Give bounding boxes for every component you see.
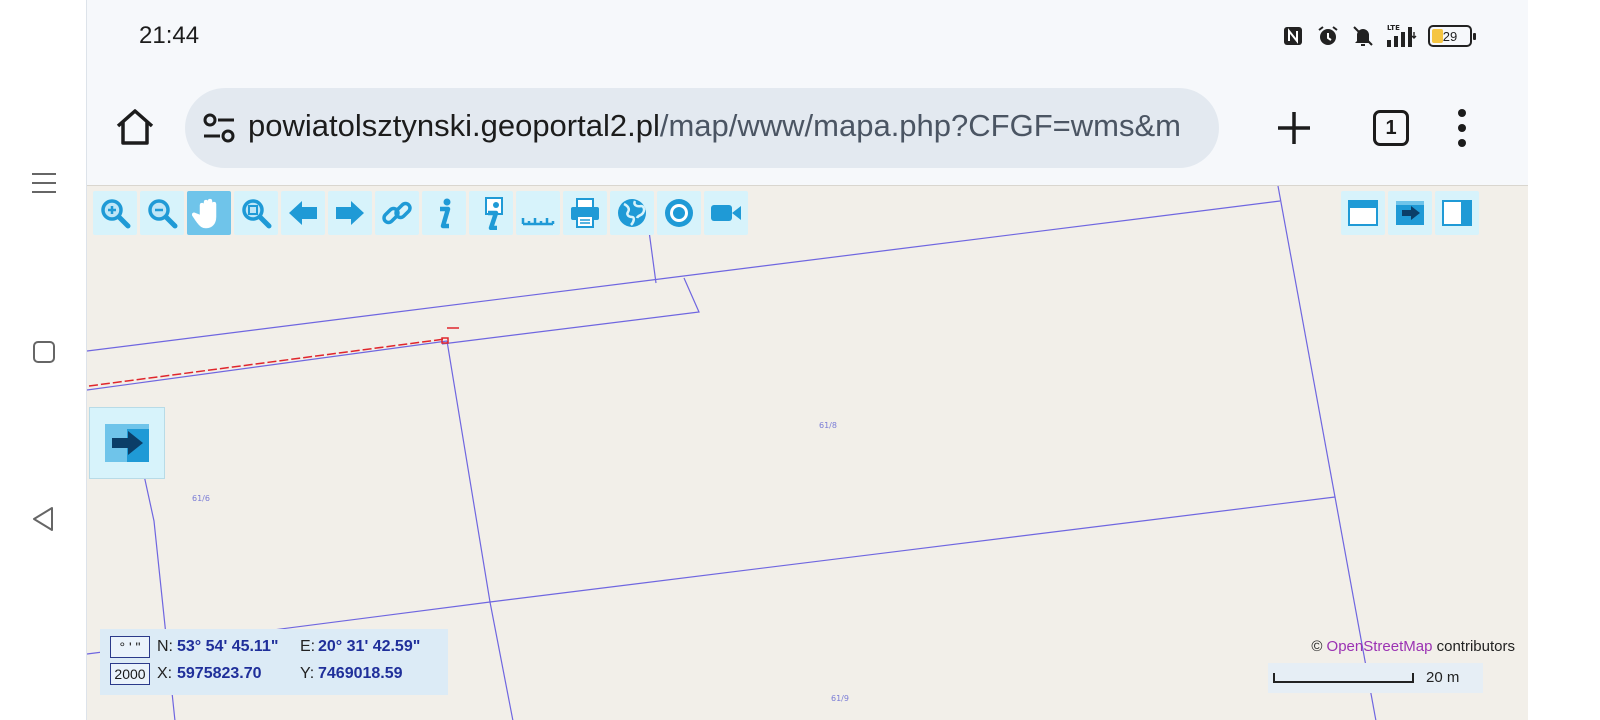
globe-icon[interactable] — [610, 191, 654, 235]
site-settings-icon[interactable] — [201, 110, 237, 146]
arrow-right-icon[interactable] — [328, 191, 372, 235]
home-icon — [116, 109, 154, 145]
n-label: N: — [157, 638, 173, 655]
alarm-icon — [1315, 23, 1341, 49]
target-icon[interactable] — [657, 191, 701, 235]
y-label: Y: — [300, 665, 315, 682]
info-icon[interactable] — [422, 191, 466, 235]
back-triangle-icon[interactable] — [28, 503, 60, 535]
link-icon[interactable] — [375, 191, 419, 235]
format-2000-button[interactable]: 2000 — [110, 663, 150, 685]
battery-level: 29 — [1442, 28, 1458, 44]
parcel-boundary — [446, 340, 514, 720]
arrow-left-icon[interactable] — [281, 191, 325, 235]
e-value: 20° 31' 42.59" — [318, 638, 421, 655]
x-label: X: — [157, 665, 173, 682]
parcel-label: 61/9 — [831, 694, 849, 703]
url-path: /map/www/mapa.php?CFGF=wms&m — [659, 108, 1181, 143]
panel-arrow-icon[interactable] — [1388, 191, 1432, 235]
video-camera-icon[interactable] — [704, 191, 748, 235]
scale-indicator: 20 m — [1268, 663, 1483, 693]
parcel-boundary — [441, 277, 700, 345]
android-nav-rail — [0, 0, 87, 720]
lte-signal-icon: LTE — [1385, 23, 1419, 49]
info-layer-icon[interactable] — [469, 191, 513, 235]
openstreetmap-link[interactable]: OpenStreetMap — [1327, 638, 1433, 655]
map-toolbar-right — [1341, 191, 1479, 235]
print-icon[interactable] — [563, 191, 607, 235]
plus-icon — [1278, 112, 1310, 144]
mute-icon — [1350, 23, 1376, 49]
tab-switcher-button[interactable]: 1 — [1373, 110, 1409, 146]
map-attribution: © OpenStreetMap contributors — [1311, 638, 1515, 655]
n-value: 53° 54' 45.11" — [177, 638, 279, 655]
scale-label: 20 m — [1426, 669, 1460, 686]
selected-parcel-edge — [88, 338, 446, 387]
attribution-suffix: contributors — [1436, 638, 1515, 655]
parcel-boundary — [648, 230, 657, 284]
status-bar: 21:44 LTE 29 — [87, 0, 1528, 72]
pan-hand-icon[interactable] — [187, 191, 231, 235]
parcel-boundary — [1277, 186, 1336, 498]
coordinate-readout: ° ' " 2000 N: 53° 54' 45.11" E: 20° 31' … — [100, 629, 448, 695]
home-square-icon[interactable] — [28, 336, 60, 368]
side-panel-toggle-button[interactable] — [89, 407, 165, 479]
more-options-icon[interactable] — [1450, 106, 1474, 150]
menu-icon[interactable] — [28, 167, 60, 199]
window-icon[interactable] — [1341, 191, 1385, 235]
parcel-label: 61/8 — [819, 421, 837, 430]
url-domain: powiatolsztynski.geoportal2.pl — [248, 108, 660, 143]
status-icons: LTE 29 — [1280, 20, 1476, 52]
url-bar[interactable]: powiatolsztynski.geoportal2.pl/map/www/m… — [185, 88, 1219, 168]
screen: 21:44 LTE 29 powiatolsztynski.geoportal2… — [0, 0, 1600, 720]
map-toolbar — [93, 191, 748, 235]
ruler-icon[interactable] — [516, 191, 560, 235]
new-tab-button[interactable] — [1274, 108, 1314, 148]
selected-point — [441, 337, 449, 344]
url-text[interactable]: powiatolsztynski.geoportal2.pl/map/www/m… — [248, 108, 1181, 144]
lte-label: LTE — [1387, 24, 1400, 32]
zoom-out-icon[interactable] — [140, 191, 184, 235]
format-dms-button[interactable]: ° ' " — [110, 636, 150, 658]
parcel-boundary — [87, 340, 448, 391]
browser-toolbar: powiatolsztynski.geoportal2.pl/map/www/m… — [87, 72, 1528, 185]
map-viewport[interactable]: 61/8 61/6 61/9 ° ' " 2000 N: 53° 54' 45.… — [87, 185, 1528, 720]
scale-bar — [1273, 673, 1414, 683]
browser: 21:44 LTE 29 powiatolsztynski.geoportal2… — [87, 0, 1528, 720]
parcel-label: 61/6 — [192, 494, 210, 503]
zoom-in-icon[interactable] — [93, 191, 137, 235]
zoom-box-icon[interactable] — [234, 191, 278, 235]
y-value: 7469018.59 — [318, 665, 403, 682]
sidebar-right-icon[interactable] — [1435, 191, 1479, 235]
attribution-prefix: © — [1311, 638, 1323, 655]
home-button[interactable] — [112, 104, 158, 150]
clock: 21:44 — [139, 22, 200, 49]
panel-arrow-icon — [105, 424, 149, 462]
battery-indicator: 29 — [1428, 25, 1476, 47]
e-label: E: — [300, 638, 316, 655]
x-value: 5975823.70 — [177, 665, 262, 682]
nfc-icon — [1280, 23, 1306, 49]
